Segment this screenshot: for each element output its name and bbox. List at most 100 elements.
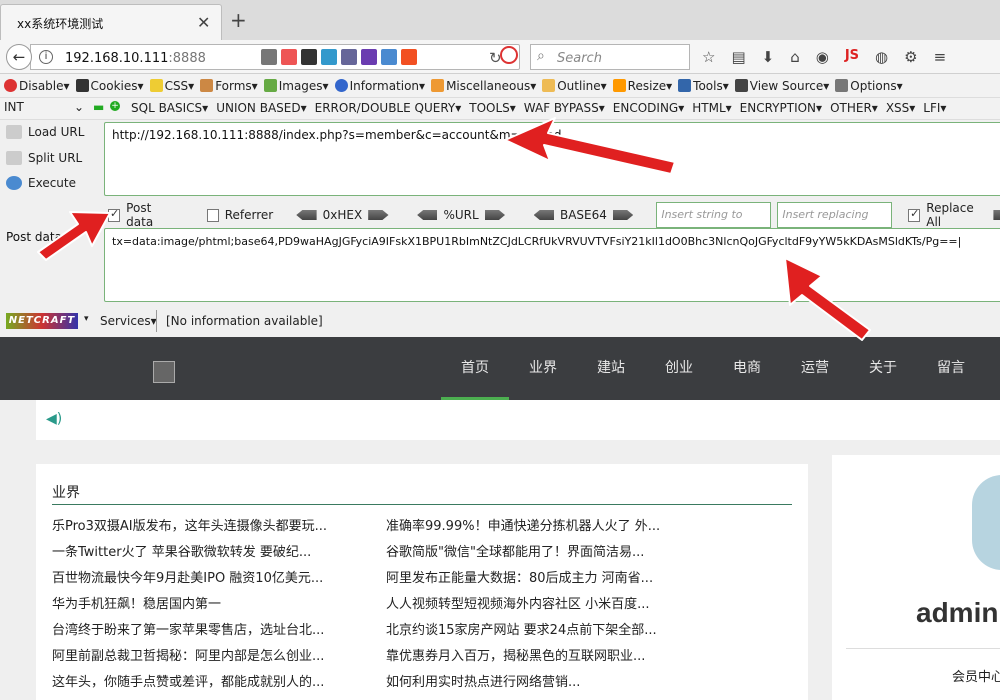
site-menu-industry[interactable]: 业界: [509, 337, 577, 400]
browser-tab[interactable]: xx系统环境测试 ✕: [0, 4, 222, 40]
menu-sql-basics[interactable]: SQL BASICS▾: [131, 101, 208, 115]
new-tab-button[interactable]: +: [230, 8, 247, 32]
list-item[interactable]: 人人视频转型短视频海外内容社区 小米百度...: [386, 594, 686, 620]
wave-icon[interactable]: [321, 49, 337, 65]
site-menu-startup[interactable]: 创业: [645, 337, 713, 400]
hex-decode-button[interactable]: [296, 210, 317, 220]
outline-menu[interactable]: Outline▾: [542, 79, 607, 93]
site-menu-ecommerce[interactable]: 电商: [713, 337, 781, 400]
fire-icon[interactable]: [281, 49, 297, 65]
notice-bar: ◀): [36, 400, 1000, 440]
list-item[interactable]: 谷歌简版"微信"全球都能用了！界面简洁易...: [386, 542, 686, 568]
menu-other[interactable]: OTHER▾: [830, 101, 878, 115]
site-logo[interactable]: [153, 361, 175, 383]
menu-html[interactable]: HTML▾: [692, 101, 731, 115]
download-icon[interactable]: ⬇: [762, 48, 775, 66]
list-item[interactable]: 靠优惠券月入百万，揭秘黑色的互联网职业...: [386, 646, 686, 672]
site-navbar: 首页 业界 建站 创业 电商 运营 关于 留言: [0, 337, 1000, 400]
list-item[interactable]: 这年头，你随手点赞或差评，都能成就别人的...: [52, 672, 352, 698]
list-item[interactable]: 一条Twitter火了 苹果谷歌微软转发 要破纪...: [52, 542, 352, 568]
wordpress-icon[interactable]: [381, 49, 397, 65]
css-menu[interactable]: CSS▾: [149, 79, 194, 93]
menu-xss[interactable]: XSS▾: [886, 101, 915, 115]
list-item[interactable]: 北京约谈15家房产网站 要求24点前下架全部...: [386, 620, 686, 646]
windows-icon[interactable]: [401, 49, 417, 65]
url-text[interactable]: 192.168.10.111:8888: [65, 51, 206, 66]
menu-lfi[interactable]: LFI▾: [923, 101, 946, 115]
site-menu-about[interactable]: 关于: [849, 337, 917, 400]
info-icon[interactable]: i: [39, 50, 53, 64]
images-menu[interactable]: Images▾: [263, 79, 329, 93]
replacing-string-input[interactable]: Insert replacing string: [777, 202, 893, 245]
disable-menu[interactable]: Disable▾: [4, 79, 70, 93]
list-item[interactable]: 阿里发布正能量大数据：80后成主力 河南省...: [386, 568, 686, 594]
reading-list-icon[interactable]: ▤: [731, 48, 745, 66]
bookmark-star-icon[interactable]: ☆: [702, 48, 715, 66]
globe-icon[interactable]: ◉: [816, 48, 829, 66]
options-menu[interactable]: Options▾: [835, 79, 903, 93]
execute-button[interactable]: Execute: [6, 176, 76, 190]
home-icon[interactable]: ⌂: [790, 48, 800, 66]
close-tab-icon[interactable]: ✕: [197, 13, 210, 32]
url-textarea[interactable]: http://192.168.10.111:8888/index.php?s=m…: [104, 122, 1000, 196]
menu-encoding[interactable]: ENCODING▾: [613, 101, 684, 115]
site-menu-build[interactable]: 建站: [577, 337, 645, 400]
url-encode-button[interactable]: [484, 210, 506, 220]
chevron-down-icon[interactable]: ▾: [84, 314, 89, 324]
list-item[interactable]: 华为手机狂飙！稳居国内第一: [52, 594, 352, 620]
url-decode-button[interactable]: [417, 210, 438, 220]
site-menu-home[interactable]: 首页: [441, 337, 509, 400]
plus-icon[interactable]: +: [110, 101, 120, 111]
cookies-menu[interactable]: Cookies▾: [75, 79, 144, 93]
services-menu[interactable]: Services▾: [100, 314, 157, 328]
list-item[interactable]: 乐Pro3双摄AI版发布，这年头连摄像头都要玩...: [52, 516, 352, 542]
menu-waf-bypass[interactable]: WAF BYPASS▾: [524, 101, 605, 115]
server-icon[interactable]: [261, 49, 277, 65]
translate-icon[interactable]: ◍: [875, 48, 888, 66]
resize-menu[interactable]: Resize▾: [612, 79, 672, 93]
list-item[interactable]: 百世物流最快今年9月赴美IPO 融资10亿美元...: [52, 568, 352, 594]
post-data-checkbox[interactable]: [108, 207, 121, 222]
replace-all-checkbox[interactable]: [908, 207, 921, 222]
minus-icon[interactable]: ▬: [93, 100, 104, 114]
split-url-button[interactable]: Split URL: [6, 151, 82, 165]
search-bar[interactable]: ⌕ Search: [530, 44, 690, 70]
list-item[interactable]: 阿里前副总裁卫哲揭秘：阿里内部是怎么创业...: [52, 646, 352, 672]
url-bar[interactable]: i 192.168.10.111:8888 ↻: [30, 44, 520, 70]
hex-encode-button[interactable]: [368, 210, 389, 220]
base64-encode-button[interactable]: [612, 210, 634, 220]
list-item[interactable]: 台湾终于盼来了第一家苹果零售店，选址台北...: [52, 620, 352, 646]
list-item[interactable]: 如何利用实时热点进行网络营销...: [386, 672, 686, 698]
view-source-menu[interactable]: View Source▾: [734, 79, 829, 93]
menu-union-based[interactable]: UNION BASED▾: [216, 101, 306, 115]
site-menu-guestbook[interactable]: 留言: [917, 337, 985, 400]
site-menu-operations[interactable]: 运营: [781, 337, 849, 400]
member-center-link[interactable]: 会员中心: [952, 666, 1000, 685]
list-item[interactable]: 准确率99.99%！申通快递分拣机器人火了 外...: [386, 516, 686, 542]
back-button[interactable]: ←: [6, 44, 32, 70]
int-select[interactable]: INT ⌄: [4, 100, 86, 118]
referrer-checkbox[interactable]: [206, 208, 219, 222]
netcraft-info: [No information available]: [166, 314, 323, 328]
iis-icon[interactable]: [301, 49, 317, 65]
php-icon[interactable]: [341, 49, 357, 65]
menu-icon[interactable]: ≡: [934, 48, 947, 66]
replace-all-button[interactable]: [993, 210, 1000, 220]
stop-icon[interactable]: [500, 46, 518, 64]
avatar[interactable]: [972, 475, 1000, 570]
base64-decode-button[interactable]: [533, 210, 554, 220]
menu-encryption[interactable]: ENCRYPTION▾: [740, 101, 822, 115]
menu-error-double-query[interactable]: ERROR/DOUBLE QUERY▾: [315, 101, 462, 115]
load-url-button[interactable]: Load URL: [6, 125, 84, 139]
bootstrap-icon[interactable]: [361, 49, 377, 65]
information-menu[interactable]: Information▾: [334, 79, 425, 93]
forms-menu[interactable]: Forms▾: [200, 79, 258, 93]
netcraft-logo[interactable]: NETCRAFT: [6, 313, 78, 329]
settings-icon[interactable]: ⚙: [904, 48, 917, 66]
string-to-replace-input[interactable]: Insert string to replace: [656, 202, 772, 245]
tools-menu[interactable]: Tools▾: [678, 79, 729, 93]
miscellaneous-menu[interactable]: Miscellaneous▾: [431, 79, 536, 93]
js-toggle[interactable]: JS: [845, 48, 859, 66]
menu-tools[interactable]: TOOLS▾: [469, 101, 516, 115]
post-data-textarea[interactable]: tx=data:image/phtml;base64,PD9waHAgJGFyc…: [104, 228, 1000, 302]
